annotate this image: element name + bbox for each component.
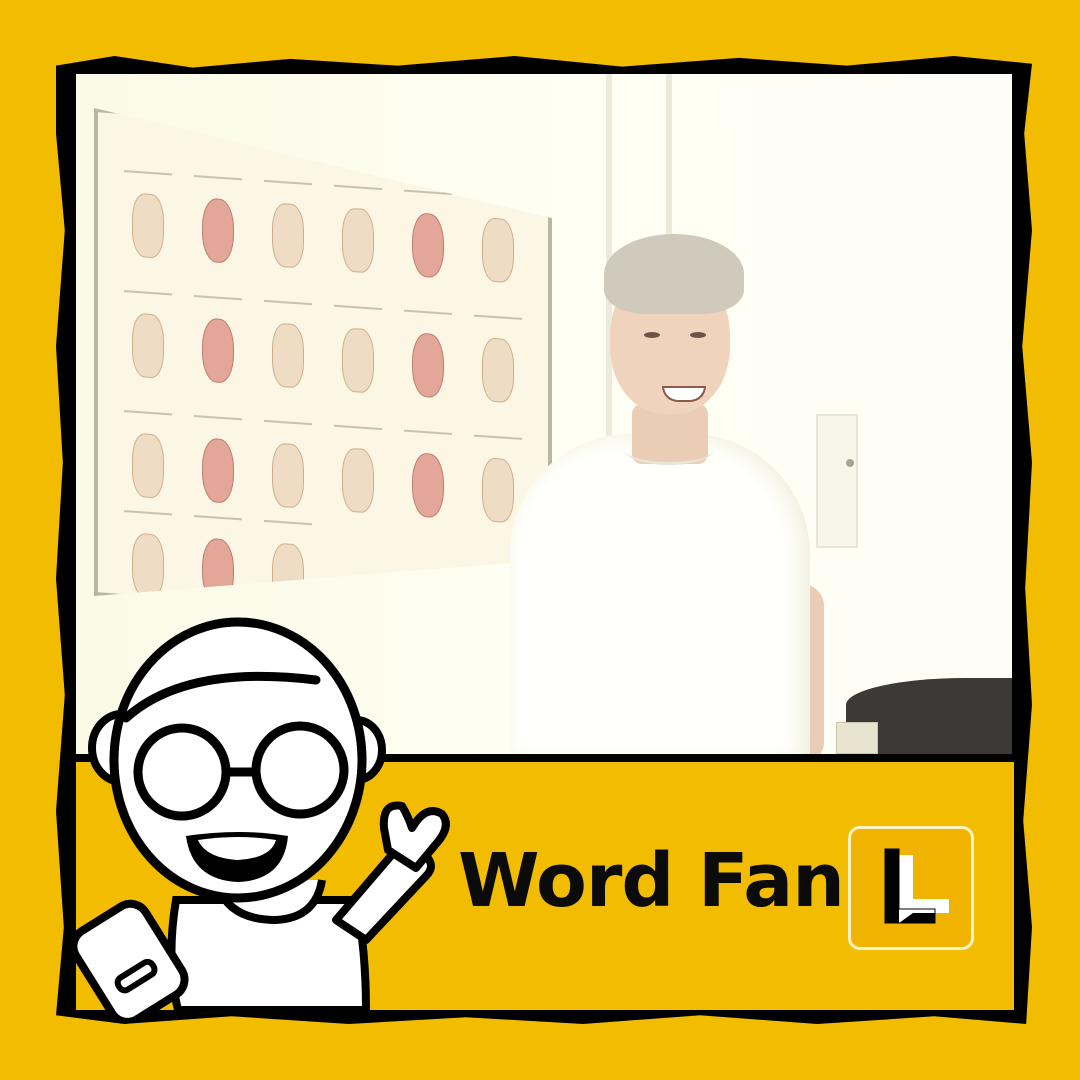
anatomy-plate: [400, 443, 456, 527]
bone-drawing: [272, 202, 304, 268]
muscle-drawing: [412, 332, 444, 398]
word-fan-logo-l-icon: [848, 826, 974, 950]
anatomy-plate: [260, 314, 316, 398]
anatomy-plate: [260, 434, 316, 518]
plate-caption: [194, 295, 242, 300]
left-eye: [644, 332, 660, 338]
bone-drawing: [272, 322, 304, 388]
plate-caption: [124, 510, 172, 515]
plate-caption: [474, 315, 522, 320]
plate-caption: [194, 175, 242, 180]
white-t-shirt: [510, 434, 810, 754]
plate-caption: [334, 425, 382, 430]
bone-drawing: [132, 313, 164, 379]
anatomy-plate: [190, 309, 246, 393]
door-knob: [846, 459, 854, 467]
plate-caption: [264, 420, 312, 425]
anatomy-plate: [260, 194, 316, 278]
plate-caption: [334, 185, 382, 190]
anatomy-plate: [120, 184, 176, 268]
plate-caption: [474, 195, 522, 200]
plate-caption: [194, 515, 242, 520]
bone-drawing: [482, 457, 514, 523]
logo-l-glyph: [884, 848, 949, 924]
shirt-collar: [624, 434, 714, 465]
plate-caption: [194, 415, 242, 420]
bone-drawing: [132, 433, 164, 499]
anatomy-plate: [120, 524, 176, 608]
anatomy-plate: [330, 199, 386, 283]
anatomy-plate: [470, 328, 526, 412]
heater: [836, 722, 878, 754]
bone-drawing: [132, 193, 164, 259]
brand-name: Word Fan: [458, 838, 845, 924]
anatomy-plate: [330, 439, 386, 523]
muscle-drawing: [412, 452, 444, 518]
plate-caption: [264, 520, 312, 525]
muscle-drawing: [202, 538, 234, 604]
muscle-drawing: [202, 198, 234, 264]
right-eye: [690, 332, 706, 338]
plate-caption: [404, 190, 452, 195]
muscle-drawing: [412, 212, 444, 278]
anatomy-plate: [330, 319, 386, 403]
bone-drawing: [272, 542, 304, 608]
anatomy-plate: [400, 323, 456, 407]
plate-caption: [124, 170, 172, 175]
bone-drawing: [342, 447, 374, 513]
plate-caption: [124, 290, 172, 295]
plate-caption: [404, 430, 452, 435]
plate-caption: [474, 435, 522, 440]
muscle-drawing: [202, 438, 234, 504]
plate-caption: [404, 310, 452, 315]
anatomy-plate: [470, 208, 526, 292]
anatomy-plate: [120, 424, 176, 508]
plate-caption: [334, 305, 382, 310]
muscle-drawing: [202, 318, 234, 384]
grey-hair: [604, 234, 744, 314]
bone-drawing: [272, 442, 304, 508]
plate-caption: [124, 410, 172, 415]
bone-drawing: [482, 217, 514, 283]
word-fan-card: Word Fan: [0, 0, 1080, 1080]
anatomy-plate: [120, 304, 176, 388]
cartoon-waving-character-icon: [69, 617, 450, 1020]
anatomy-poster: [94, 108, 552, 628]
anatomy-plate: [190, 189, 246, 273]
plate-caption: [264, 300, 312, 305]
bone-drawing: [342, 327, 374, 393]
bone-drawing: [482, 337, 514, 403]
plate-caption: [264, 180, 312, 185]
anatomy-plate: [400, 203, 456, 287]
anatomy-plate: [190, 429, 246, 513]
bone-drawing: [132, 533, 164, 599]
bone-drawing: [342, 207, 374, 273]
door-panel: [816, 414, 858, 548]
